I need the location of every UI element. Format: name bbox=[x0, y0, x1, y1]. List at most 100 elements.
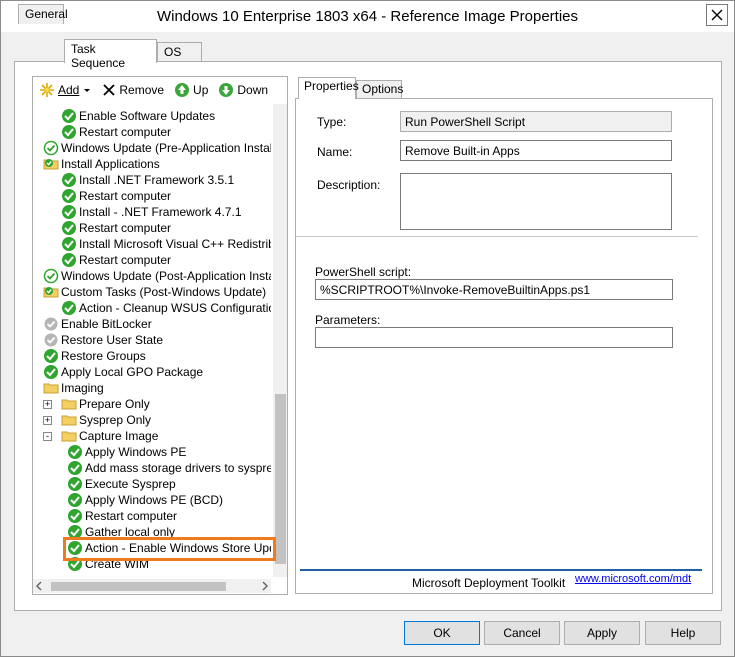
name-field[interactable]: Remove Built-in Apps bbox=[400, 140, 672, 161]
collapse-icon[interactable]: - bbox=[43, 431, 52, 441]
success-check-icon bbox=[61, 300, 77, 316]
tree-item[interactable]: Restore User State bbox=[43, 332, 163, 348]
success-check-icon bbox=[61, 236, 77, 252]
properties-pane: Properties Options Type: Run PowerShell … bbox=[295, 77, 713, 594]
powershell-script-label: PowerShell script: bbox=[315, 265, 412, 279]
tree-item[interactable]: Install .NET Framework 3.5.1 bbox=[61, 172, 234, 188]
tree-item[interactable]: - Capture Image bbox=[43, 428, 158, 444]
tree-item[interactable]: Execute Sysprep bbox=[67, 476, 176, 492]
vertical-scrollbar[interactable] bbox=[273, 104, 287, 577]
parameters-field[interactable] bbox=[315, 327, 673, 348]
tree-item[interactable]: Restart computer bbox=[67, 508, 177, 524]
tree-item[interactable]: Enable Software Updates bbox=[61, 108, 215, 124]
tree-item-label: Install Applications bbox=[61, 157, 160, 171]
help-button[interactable]: Help bbox=[645, 621, 721, 645]
up-label: Up bbox=[193, 82, 209, 97]
tree-item[interactable]: Apply Local GPO Package bbox=[43, 364, 203, 380]
tree-item[interactable]: Windows Update (Post-Application Install… bbox=[43, 268, 271, 284]
powershell-script-field[interactable]: %SCRIPTROOT%\Invoke-RemoveBuiltinApps.ps… bbox=[315, 279, 673, 300]
tab-general[interactable]: General bbox=[18, 4, 68, 24]
up-button[interactable]: Up bbox=[174, 82, 208, 98]
tree-item-label: Imaging bbox=[61, 381, 104, 395]
success-check-icon bbox=[67, 492, 83, 508]
horizontal-scroll-thumb[interactable] bbox=[51, 582, 226, 591]
tree-item-label: Execute Sysprep bbox=[85, 477, 176, 491]
expand-icon[interactable]: + bbox=[43, 399, 52, 409]
cancel-button[interactable]: Cancel bbox=[484, 621, 560, 645]
tree-item-label: Windows Update (Pre-Application Installa… bbox=[61, 141, 271, 155]
ok-button[interactable]: OK bbox=[404, 621, 480, 645]
name-label: Name: bbox=[317, 145, 353, 159]
folder-check-icon bbox=[43, 156, 59, 172]
tree-item[interactable]: Apply Windows PE (BCD) bbox=[67, 492, 223, 508]
tree-item-label: Capture Image bbox=[79, 429, 159, 443]
tree-item[interactable]: + Sysprep Only bbox=[43, 412, 151, 428]
tree-item[interactable]: + Prepare Only bbox=[43, 396, 150, 412]
tree-item[interactable]: Install Applications bbox=[43, 156, 160, 172]
check-outline-icon bbox=[43, 268, 59, 284]
add-button[interactable]: Add bbox=[39, 82, 92, 98]
tab-task-sequence[interactable]: Task Sequence bbox=[64, 39, 157, 70]
tree-item[interactable]: Restart computer bbox=[61, 220, 171, 236]
tree-item[interactable]: Apply Windows PE bbox=[67, 444, 186, 460]
tree-item[interactable]: Install Microsoft Visual C++ Redistribut… bbox=[61, 236, 271, 252]
tab-properties[interactable]: Properties bbox=[298, 77, 359, 99]
tree-item-label: Restore Groups bbox=[61, 349, 146, 363]
window-title: Windows 10 Enterprise 1803 x64 - Referen… bbox=[156, 8, 579, 25]
disabled-check-icon bbox=[43, 316, 59, 332]
tree-item-label: Restart computer bbox=[79, 221, 172, 235]
description-field[interactable] bbox=[400, 173, 672, 230]
task-sequence-tree[interactable]: Enable Software Updates Restart computer W… bbox=[33, 106, 271, 576]
success-check-icon bbox=[61, 124, 77, 140]
tree-item-label: Restart computer bbox=[79, 253, 172, 267]
horizontal-scrollbar[interactable] bbox=[33, 579, 271, 593]
folder-icon bbox=[43, 380, 59, 396]
properties-window: Windows 10 Enterprise 1803 x64 - Referen… bbox=[0, 0, 735, 657]
tree-item-label: Prepare Only bbox=[79, 397, 150, 411]
success-check-icon bbox=[67, 444, 83, 460]
expand-icon[interactable]: + bbox=[43, 415, 52, 425]
tree-item[interactable]: Install - .NET Framework 4.7.1 bbox=[61, 204, 242, 220]
apply-button[interactable]: Apply bbox=[564, 621, 640, 645]
folder-icon bbox=[61, 396, 77, 412]
tree-item[interactable]: Restart computer bbox=[61, 124, 171, 140]
remove-label: Remove bbox=[119, 82, 165, 97]
tree-item[interactable]: Action - Cleanup WSUS Configuration bbox=[61, 300, 271, 316]
tree-item[interactable]: Custom Tasks (Post-Windows Update) bbox=[43, 284, 266, 300]
tree-item-label: Restart computer bbox=[85, 509, 178, 523]
success-check-icon bbox=[61, 252, 77, 268]
tree-item-label: Enable BitLocker bbox=[61, 317, 152, 331]
vertical-scroll-thumb[interactable] bbox=[275, 394, 286, 564]
success-check-icon bbox=[43, 348, 59, 364]
down-button[interactable]: Down bbox=[218, 82, 268, 98]
tree-item-label: Restart computer bbox=[79, 125, 172, 139]
tree-item-label: Restart computer bbox=[79, 189, 172, 203]
success-check-icon bbox=[67, 476, 83, 492]
tree-item[interactable]: Restart computer bbox=[61, 188, 171, 204]
down-label: Down bbox=[237, 82, 269, 97]
tree-item[interactable]: Add mass storage drivers to sysprep.inf bbox=[67, 460, 271, 476]
close-button[interactable] bbox=[706, 4, 728, 26]
properties-panel: Type: Run PowerShell Script Name: Remove… bbox=[295, 98, 713, 594]
tree-item-label: Install - .NET Framework 4.7.1 bbox=[79, 205, 242, 219]
tree-item-label: Apply Local GPO Package bbox=[61, 365, 204, 379]
tree-item[interactable]: Restore Groups bbox=[43, 348, 146, 364]
folder-check-icon bbox=[43, 284, 59, 300]
tab-os-info[interactable]: OS Info bbox=[157, 42, 202, 73]
type-label: Type: bbox=[317, 115, 347, 129]
tab-options[interactable]: Options bbox=[356, 80, 403, 99]
tree-item[interactable]: Enable BitLocker bbox=[43, 316, 152, 332]
tree-item-label: Windows Update (Post-Application Install… bbox=[61, 269, 271, 283]
tree-item-label: Add mass storage drivers to sysprep.inf bbox=[85, 461, 271, 475]
tree-item[interactable]: Restart computer bbox=[61, 252, 171, 268]
tree-item[interactable]: Windows Update (Pre-Application Installa… bbox=[43, 140, 271, 156]
remove-button[interactable]: Remove bbox=[102, 83, 164, 97]
mdt-link[interactable]: www.microsoft.com/mdt bbox=[575, 573, 691, 585]
scroll-right-icon bbox=[262, 581, 268, 591]
tree-item[interactable]: Imaging bbox=[43, 380, 104, 396]
up-arrow-icon bbox=[175, 82, 190, 97]
toolbar: Add Remove Up Down bbox=[33, 77, 287, 102]
success-check-icon bbox=[61, 172, 77, 188]
tree-item-label: Action - Cleanup WSUS Configuration bbox=[79, 301, 271, 315]
tree-item-label: Install Microsoft Visual C++ Redistribut… bbox=[79, 237, 271, 251]
